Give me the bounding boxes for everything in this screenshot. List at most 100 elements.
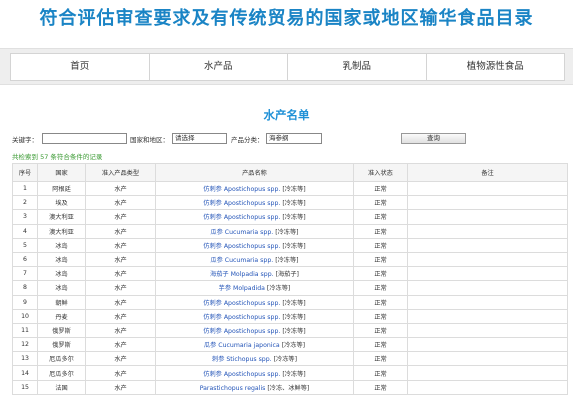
table-row: 13 厄瓜多尔 水产 刺参 Stichopus spp. [冷冻等] 正常 — [12, 351, 568, 367]
cell-status: 正常 — [353, 180, 408, 197]
col-header-note: 备注 — [407, 163, 568, 182]
table-row: 5 冰岛 水产 仿刺参 Apostichopus spp. [冷冻等] 正常 — [12, 237, 568, 253]
nav-item-home[interactable]: 首页 — [10, 54, 150, 80]
cell-note — [407, 251, 568, 268]
nav-item-aquatic[interactable]: 水产品 — [149, 54, 288, 80]
category-input[interactable]: 海参纲 — [266, 133, 322, 144]
cell-type: 水产 — [85, 379, 156, 395]
cell-no: 6 — [12, 251, 38, 268]
cell-status: 正常 — [353, 195, 408, 211]
cell-note — [407, 237, 568, 253]
keyword-input[interactable] — [42, 133, 127, 144]
table-row: 15 法国 水产 Parastichopus regalis [冷冻、冰鲜等] 正常 — [12, 379, 568, 395]
product-link[interactable]: 仿刺参 Apostichopus spp. — [203, 186, 280, 193]
product-form-tag: [冷冻等] — [273, 356, 297, 364]
product-link[interactable]: 瓜参 Cucumaria japonica — [204, 342, 280, 349]
cell-country: 俄罗斯 — [37, 322, 86, 339]
table-row: 2 埃及 水产 仿刺参 Apostichopus spp. [冷冻等] 正常 — [12, 195, 568, 211]
product-form-tag: [冷冻等] — [266, 285, 291, 293]
table-row: 3 澳大利亚 水产 仿刺参 Apostichopus spp. [冷冻等] 正常 — [12, 209, 568, 225]
cell-country: 冰岛 — [37, 280, 86, 296]
product-link[interactable]: Parastichopus regalis — [200, 385, 266, 392]
region-label: 国家和地区： — [130, 136, 169, 144]
product-link[interactable]: 瓜参 Cucumaria spp. — [210, 229, 273, 236]
cell-country: 冰岛 — [37, 237, 86, 253]
cell-no: 2 — [12, 195, 38, 211]
cell-note — [407, 322, 568, 339]
cell-type: 水产 — [85, 195, 156, 211]
cell-note — [407, 294, 568, 310]
product-form-tag: [冷冻等] — [282, 186, 306, 194]
cell-note — [407, 379, 568, 395]
cell-country: 冰岛 — [37, 251, 86, 268]
product-link[interactable]: 海茄子 Molpadia spp. — [210, 271, 274, 278]
cell-status: 正常 — [353, 337, 408, 353]
cell-no: 13 — [12, 351, 38, 367]
product-link[interactable]: 仿刺参 Apostichopus spp. — [203, 243, 280, 250]
page: 符合评估审查要求及有传统贸易的国家或地区输华食品目录 首页 水产品 乳制品 植物… — [0, 0, 573, 401]
product-link[interactable]: 仿刺参 Apostichopus spp. — [203, 314, 280, 321]
cell-status: 正常 — [353, 280, 408, 296]
cell-status: 正常 — [353, 294, 408, 310]
table-row: 14 厄瓜多尔 水产 仿刺参 Apostichopus spp. [冷冻等] 正常 — [12, 365, 568, 381]
cell-type: 水产 — [85, 223, 156, 239]
cell-country: 厄瓜多尔 — [37, 351, 86, 367]
product-link[interactable]: 刺参 Stichopus spp. — [212, 356, 272, 363]
cell-country: 法国 — [37, 379, 86, 395]
cell-note — [407, 308, 568, 324]
col-header-type: 准入产品类型 — [85, 163, 156, 182]
product-link[interactable]: 仿刺参 Apostichopus spp. — [203, 214, 280, 221]
cell-status: 正常 — [353, 209, 408, 225]
cell-no: 4 — [12, 223, 38, 239]
table-row: 9 朝鲜 水产 仿刺参 Apostichopus spp. [冷冻等] 正常 — [12, 294, 568, 310]
cell-country: 冰岛 — [37, 266, 86, 282]
cell-note — [407, 337, 568, 353]
product-form-tag: [冷冻等] — [282, 242, 306, 250]
query-button[interactable]: 查询 — [401, 133, 466, 144]
cell-note — [407, 365, 568, 381]
product-link[interactable]: 仿刺参 Apostichopus spp. — [203, 328, 280, 335]
product-form-tag: [冷冻等] — [282, 200, 306, 208]
cell-no: 8 — [12, 280, 38, 296]
page-title: 符合评估审查要求及有传统贸易的国家或地区输华食品目录 — [39, 8, 534, 29]
product-link[interactable]: 瓜参 Cucumaria spp. — [210, 257, 273, 264]
col-header-status: 准入状态 — [353, 163, 408, 182]
cell-no: 15 — [12, 379, 38, 395]
cell-note — [407, 223, 568, 239]
cell-product-name: 瓜参 Cucumaria spp. [冷冻等] — [155, 251, 354, 268]
site-header: 符合评估审查要求及有传统贸易的国家或地区输华食品目录 — [0, 0, 573, 42]
nav-item-dairy[interactable]: 乳制品 — [288, 54, 427, 80]
product-link[interactable]: 仿刺参 Apostichopus spp. — [203, 300, 280, 307]
cell-status: 正常 — [353, 365, 408, 381]
cell-status: 正常 — [353, 379, 408, 395]
cell-product-name: 仿刺参 Apostichopus spp. [冷冻等] — [155, 195, 354, 211]
cell-country: 丹麦 — [37, 308, 86, 324]
cell-country: 俄罗斯 — [37, 337, 86, 353]
cell-status: 正常 — [353, 351, 408, 367]
cell-type: 水产 — [85, 322, 156, 339]
cell-status: 正常 — [353, 237, 408, 253]
region-select[interactable]: 请选择 — [172, 133, 227, 144]
product-form-tag: [冷冻等] — [282, 370, 306, 378]
cell-type: 水产 — [85, 337, 156, 353]
cell-type: 水产 — [85, 308, 156, 324]
table-row: 7 冰岛 水产 海茄子 Molpadia spp. [海茄子] 正常 — [12, 266, 568, 282]
product-link[interactable]: 仿刺参 Apostichopus spp. — [203, 371, 280, 378]
product-link[interactable]: 仿刺参 Apostichopus spp. — [203, 200, 280, 207]
cell-country: 阿根廷 — [37, 180, 86, 197]
col-header-product: 产品名称 — [155, 163, 354, 182]
cell-status: 正常 — [353, 266, 408, 282]
col-header-no: 序号 — [12, 163, 38, 182]
cell-product-name: 仿刺参 Apostichopus spp. [冷冻等] — [155, 237, 354, 253]
product-form-tag: [冷冻等] — [281, 342, 306, 350]
cell-product-name: 仿刺参 Apostichopus spp. [冷冻等] — [155, 294, 354, 310]
list-title: 水产名单 — [263, 108, 310, 122]
cell-product-name: 仿刺参 Apostichopus spp. [冷冻等] — [155, 308, 354, 324]
table-row: 12 俄罗斯 水产 瓜参 Cucumaria japonica [冷冻等] 正常 — [12, 337, 568, 353]
cell-no: 14 — [12, 365, 38, 381]
table-header-row: 序号 国家 准入产品类型 产品名称 准入状态 备注 — [12, 163, 568, 182]
product-link[interactable]: 芋参 Molpadida — [219, 285, 265, 292]
cell-status: 正常 — [353, 308, 408, 324]
table-row: 1 阿根廷 水产 仿刺参 Apostichopus spp. [冷冻等] 正常 — [12, 180, 568, 197]
nav-item-plant-food[interactable]: 植物源性食品 — [426, 54, 565, 80]
